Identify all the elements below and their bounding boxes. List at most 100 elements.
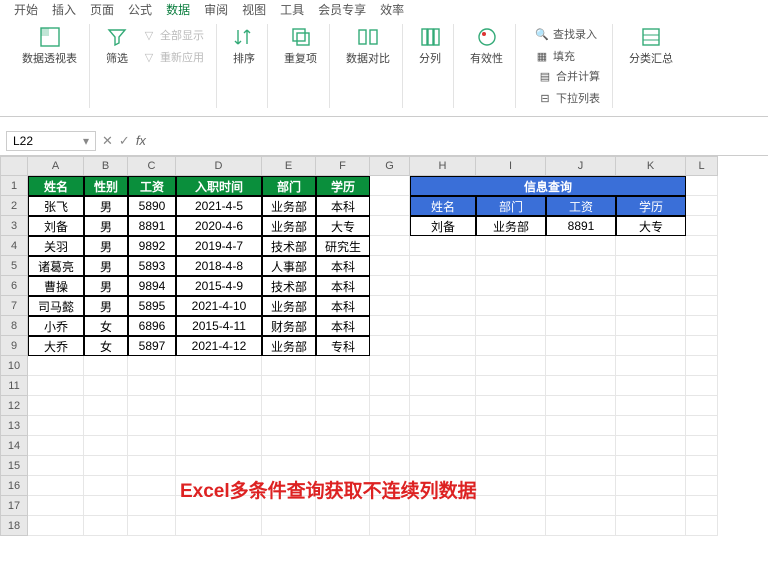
cell[interactable] bbox=[686, 516, 718, 536]
cell[interactable] bbox=[84, 496, 128, 516]
cell[interactable] bbox=[476, 356, 546, 376]
cell[interactable]: 6896 bbox=[128, 316, 176, 336]
cell[interactable]: 5897 bbox=[128, 336, 176, 356]
row-header[interactable]: 11 bbox=[0, 376, 28, 396]
cell[interactable] bbox=[128, 456, 176, 476]
cell[interactable]: 8891 bbox=[546, 216, 616, 236]
cell[interactable] bbox=[128, 436, 176, 456]
col-header[interactable]: K bbox=[616, 156, 686, 176]
cell[interactable] bbox=[616, 456, 686, 476]
cell[interactable] bbox=[546, 316, 616, 336]
showall-button[interactable]: ▽全部显示 bbox=[138, 25, 208, 45]
cell[interactable] bbox=[410, 296, 476, 316]
cell[interactable]: 技术部 bbox=[262, 276, 316, 296]
row-header[interactable]: 17 bbox=[0, 496, 28, 516]
cell[interactable] bbox=[84, 436, 128, 456]
cell[interactable]: 本科 bbox=[316, 256, 370, 276]
cell[interactable] bbox=[686, 276, 718, 296]
cancel-icon[interactable]: ✕ bbox=[102, 133, 113, 149]
tab-insert[interactable]: 插入 bbox=[52, 1, 76, 18]
cell[interactable] bbox=[370, 456, 410, 476]
dropdown-button[interactable]: ⊟下拉列表 bbox=[534, 88, 604, 108]
cell[interactable]: 刘备 bbox=[410, 216, 476, 236]
tab-data[interactable]: 数据 bbox=[166, 1, 190, 18]
fill-button[interactable]: ▦填充 bbox=[531, 46, 601, 66]
cell[interactable] bbox=[476, 416, 546, 436]
cell[interactable]: 5893 bbox=[128, 256, 176, 276]
cell[interactable]: 业务部 bbox=[262, 336, 316, 356]
cell[interactable] bbox=[546, 256, 616, 276]
cell[interactable] bbox=[28, 476, 84, 496]
cell[interactable] bbox=[686, 456, 718, 476]
row-header[interactable]: 16 bbox=[0, 476, 28, 496]
cell[interactable] bbox=[686, 416, 718, 436]
cell[interactable] bbox=[262, 396, 316, 416]
cell[interactable]: 张飞 bbox=[28, 196, 84, 216]
cell[interactable] bbox=[176, 356, 262, 376]
cell[interactable] bbox=[616, 416, 686, 436]
cell[interactable] bbox=[316, 456, 370, 476]
cell[interactable] bbox=[476, 276, 546, 296]
cell[interactable] bbox=[616, 376, 686, 396]
cell[interactable] bbox=[616, 336, 686, 356]
cell[interactable] bbox=[616, 276, 686, 296]
cell[interactable] bbox=[128, 516, 176, 536]
cell[interactable] bbox=[686, 376, 718, 396]
cell[interactable] bbox=[370, 516, 410, 536]
cell[interactable] bbox=[410, 316, 476, 336]
cell[interactable] bbox=[262, 356, 316, 376]
cell[interactable] bbox=[476, 396, 546, 416]
cell[interactable] bbox=[410, 376, 476, 396]
cell[interactable]: 男 bbox=[84, 216, 128, 236]
tab-review[interactable]: 审阅 bbox=[204, 1, 228, 18]
sort-button[interactable]: 排序 bbox=[229, 24, 259, 68]
cell[interactable] bbox=[410, 356, 476, 376]
cell[interactable]: 大专 bbox=[316, 216, 370, 236]
cell[interactable] bbox=[410, 416, 476, 436]
cell[interactable] bbox=[476, 336, 546, 356]
row-header[interactable]: 7 bbox=[0, 296, 28, 316]
select-all-corner[interactable] bbox=[0, 156, 28, 176]
cell[interactable] bbox=[84, 376, 128, 396]
cell[interactable] bbox=[546, 296, 616, 316]
cell[interactable]: 研究生 bbox=[316, 236, 370, 256]
cell[interactable] bbox=[370, 336, 410, 356]
cell[interactable] bbox=[84, 416, 128, 436]
cell[interactable]: 业务部 bbox=[476, 216, 546, 236]
find-button[interactable]: 🔍查找录入 bbox=[531, 24, 601, 44]
cell[interactable] bbox=[370, 276, 410, 296]
cell[interactable] bbox=[410, 276, 476, 296]
cell[interactable] bbox=[476, 296, 546, 316]
col-header[interactable]: A bbox=[28, 156, 84, 176]
cell[interactable]: 大专 bbox=[616, 216, 686, 236]
cell[interactable] bbox=[686, 316, 718, 336]
cell[interactable] bbox=[316, 356, 370, 376]
cell[interactable]: 关羽 bbox=[28, 236, 84, 256]
cell[interactable]: 8891 bbox=[128, 216, 176, 236]
cell[interactable]: 姓名 bbox=[28, 176, 84, 196]
cell[interactable] bbox=[476, 476, 546, 496]
cell[interactable] bbox=[370, 436, 410, 456]
split-button[interactable]: 分列 bbox=[415, 24, 445, 68]
cell[interactable] bbox=[28, 516, 84, 536]
cell[interactable]: 2015-4-11 bbox=[176, 316, 262, 336]
filter-button[interactable]: 筛选 bbox=[102, 24, 132, 68]
cell[interactable] bbox=[262, 416, 316, 436]
cell[interactable]: 财务部 bbox=[262, 316, 316, 336]
cell[interactable] bbox=[476, 316, 546, 336]
cell[interactable] bbox=[316, 396, 370, 416]
row-header[interactable]: 18 bbox=[0, 516, 28, 536]
cell[interactable] bbox=[616, 356, 686, 376]
row-header[interactable]: 1 bbox=[0, 176, 28, 196]
cell[interactable] bbox=[616, 236, 686, 256]
cell[interactable] bbox=[546, 456, 616, 476]
col-header[interactable]: H bbox=[410, 156, 476, 176]
cell[interactable] bbox=[616, 256, 686, 276]
col-header[interactable]: F bbox=[316, 156, 370, 176]
cell[interactable] bbox=[176, 416, 262, 436]
cell[interactable]: 司马懿 bbox=[28, 296, 84, 316]
cell[interactable] bbox=[410, 516, 476, 536]
cell[interactable] bbox=[410, 256, 476, 276]
cell[interactable]: 本科 bbox=[316, 276, 370, 296]
cell[interactable]: 学历 bbox=[616, 196, 686, 216]
